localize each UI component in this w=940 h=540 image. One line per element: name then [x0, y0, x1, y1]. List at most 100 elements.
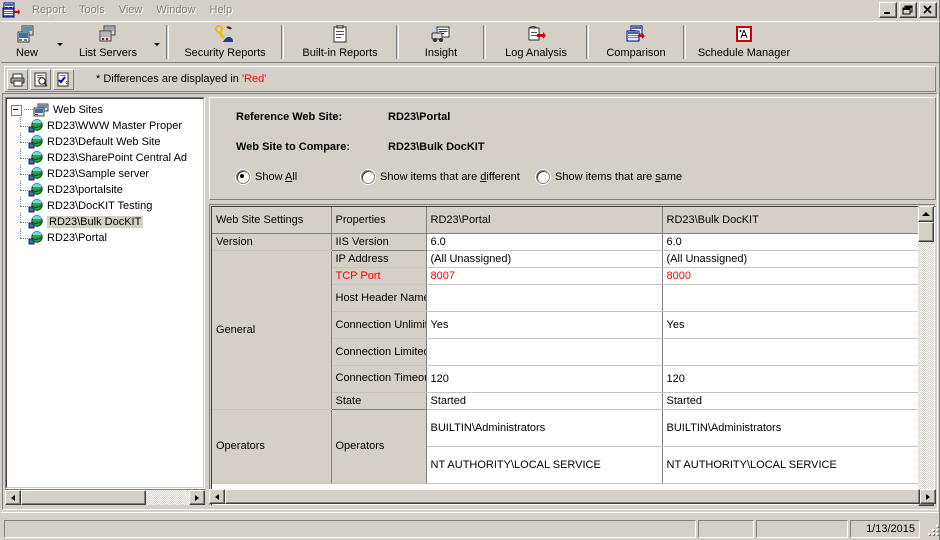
cell-compare-value: Started: [662, 392, 919, 410]
table-header-row: Web Site Settings Properties RD23\Portal…: [212, 207, 919, 234]
menu-item-help[interactable]: Help: [203, 2, 240, 19]
radio-show-all[interactable]: Show All: [236, 170, 361, 184]
menu-item-view[interactable]: View: [112, 2, 150, 19]
toolbar-separator: [281, 25, 284, 59]
cell-category: Operators: [212, 409, 332, 484]
web-sites-tree[interactable]: Web Sites RD23\WWW Master Proper RD23\Def…: [5, 97, 205, 489]
status-panel-message: [4, 519, 696, 538]
tree-scroll-left-button[interactable]: [5, 490, 21, 505]
list-servers-dropdown-arrow[interactable]: [151, 22, 162, 62]
toolbar-label-schedule-manager: Schedule Manager: [697, 47, 791, 59]
differences-note: * Differences are displayed in 'Red': [96, 73, 266, 85]
comparison-pane: Reference Web Site: RD23\Portal Web Site…: [209, 97, 936, 506]
cell-compare-value: 6.0: [662, 233, 919, 251]
tree-item[interactable]: RD23\Default Web Site: [11, 133, 203, 150]
close-button[interactable]: [919, 2, 937, 18]
tree-item[interactable]: RD23\DocKIT Testing: [11, 197, 203, 214]
toolbar-button-schedule-manager[interactable]: Schedule Manager: [690, 22, 798, 62]
toolbar-label-list-servers: List Servers: [78, 47, 138, 59]
menu-bar: Report Tools View Window Help: [0, 0, 940, 22]
toolbar-separator: [483, 25, 486, 59]
menu-item-report[interactable]: Report: [25, 2, 72, 19]
tree-item[interactable]: RD23\Bulk DocKIT: [11, 213, 203, 230]
tree-scroll-right-button[interactable]: [189, 490, 205, 505]
grid-hscroll-track[interactable]: [225, 489, 920, 504]
radio-show-same[interactable]: Show items that are same: [536, 170, 682, 184]
radio-dot-show-same: [536, 170, 550, 184]
column-header-web-site-settings[interactable]: Web Site Settings: [212, 207, 332, 234]
grid-horizontal-scrollbar[interactable]: [209, 489, 936, 506]
comparison-grid[interactable]: Web Site Settings Properties RD23\Portal…: [209, 204, 936, 506]
column-header-properties[interactable]: Properties: [331, 207, 427, 234]
print-icon[interactable]: [7, 68, 28, 90]
print-preview-icon[interactable]: [30, 68, 51, 90]
toolbar-button-log-analysis[interactable]: Log Analysis: [490, 22, 582, 62]
toolbar-label-log-analysis: Log Analysis: [505, 47, 567, 59]
minimize-button[interactable]: [879, 2, 897, 18]
app-report-icon[interactable]: [2, 2, 20, 19]
cell-property: IP Address: [331, 250, 427, 268]
new-dropdown-arrow[interactable]: [54, 22, 65, 62]
column-header-compare[interactable]: RD23\Bulk DocKIT: [662, 207, 919, 234]
table-row[interactable]: Operators Operators BUILTIN\Administrators…: [212, 409, 919, 484]
toolbar-button-new[interactable]: New: [0, 22, 54, 62]
web-site-icon: [28, 167, 43, 181]
menu-item-tools[interactable]: Tools: [72, 2, 112, 19]
grid-scroll-right-button[interactable]: [920, 489, 936, 504]
restore-button[interactable]: [899, 2, 917, 18]
web-site-icon: [28, 183, 43, 197]
tree-item[interactable]: RD23\Sample server: [11, 165, 203, 182]
tree-item[interactable]: RD23\Portal: [11, 229, 203, 246]
comparison-header: Reference Web Site: RD23\Portal Web Site…: [209, 97, 936, 200]
tree-item-label: RD23\DocKIT Testing: [47, 200, 153, 212]
cell-category: General: [212, 250, 332, 410]
tree-item[interactable]: RD23\portalsite: [11, 181, 203, 198]
toolbar-label-built-in-reports: Built-in Reports: [302, 47, 378, 59]
cell-reference-value: 8007: [426, 267, 663, 285]
tree-collapse-icon[interactable]: [11, 104, 22, 116]
reference-web-site-value: RD23\Portal: [388, 111, 451, 123]
column-header-reference[interactable]: RD23\Portal: [426, 207, 663, 234]
tree-scroll-thumb[interactable]: [21, 490, 146, 505]
web-site-icon: [28, 135, 43, 149]
toolbar-label-insight: Insight: [424, 47, 458, 59]
web-site-icon: [28, 215, 43, 229]
tree-item[interactable]: RD23\SharePoint Central Ad: [11, 149, 203, 166]
web-site-icon: [28, 231, 43, 245]
cell-compare-value: [662, 338, 919, 366]
toolbar-button-list-servers[interactable]: List Servers: [65, 22, 151, 62]
tree-horizontal-scrollbar[interactable]: [5, 489, 205, 506]
cell-property: TCP Port: [331, 267, 427, 285]
application-window: Report Tools View Window Help New List S…: [0, 0, 940, 540]
web-site-icon: [28, 119, 43, 133]
toolbar-separator: [166, 25, 169, 59]
export-icon[interactable]: [53, 68, 74, 90]
cell-compare-value: Yes: [662, 311, 919, 339]
toolbar-button-comparison[interactable]: Comparison: [593, 22, 679, 62]
toolbar-button-built-in-reports[interactable]: Built-in Reports: [288, 22, 392, 62]
tree-item-label: RD23\Default Web Site: [47, 136, 161, 148]
table-row[interactable]: General IP Address (All Unassigned) (All Un…: [212, 250, 919, 410]
toolbar-button-insight[interactable]: Insight: [403, 22, 479, 62]
toolbar-button-security-reports[interactable]: Security Reports: [173, 22, 277, 62]
web-sites-root-icon: [33, 103, 49, 116]
table-row[interactable]: Version IIS Version 6.0 6.0: [212, 233, 919, 251]
tree-root-web-sites[interactable]: Web Sites: [11, 102, 203, 118]
tree-item[interactable]: RD23\WWW Master Proper: [11, 117, 203, 134]
grid-hscroll-thumb[interactable]: [225, 489, 920, 504]
grid-vertical-scrollbar[interactable]: [918, 206, 934, 506]
grid-scroll-up-button[interactable]: [918, 206, 934, 222]
grid-scroll-left-button[interactable]: [209, 489, 225, 504]
cell-reference-value: [426, 284, 663, 312]
menu-item-window[interactable]: Window: [149, 2, 202, 19]
web-site-icon: [28, 199, 43, 213]
resize-grip-icon[interactable]: [924, 522, 938, 536]
web-site-icon: [28, 151, 43, 165]
grid-scroll-thumb[interactable]: [918, 222, 934, 242]
tree-scroll-track[interactable]: [21, 490, 189, 505]
cell-reference-value: Yes: [426, 311, 663, 339]
differences-note-highlight: 'Red': [241, 73, 267, 85]
tree-line: [24, 109, 33, 111]
cell-compare-value: BUILTIN\Administrators: [662, 409, 919, 447]
radio-show-different[interactable]: Show items that are different: [361, 170, 536, 184]
